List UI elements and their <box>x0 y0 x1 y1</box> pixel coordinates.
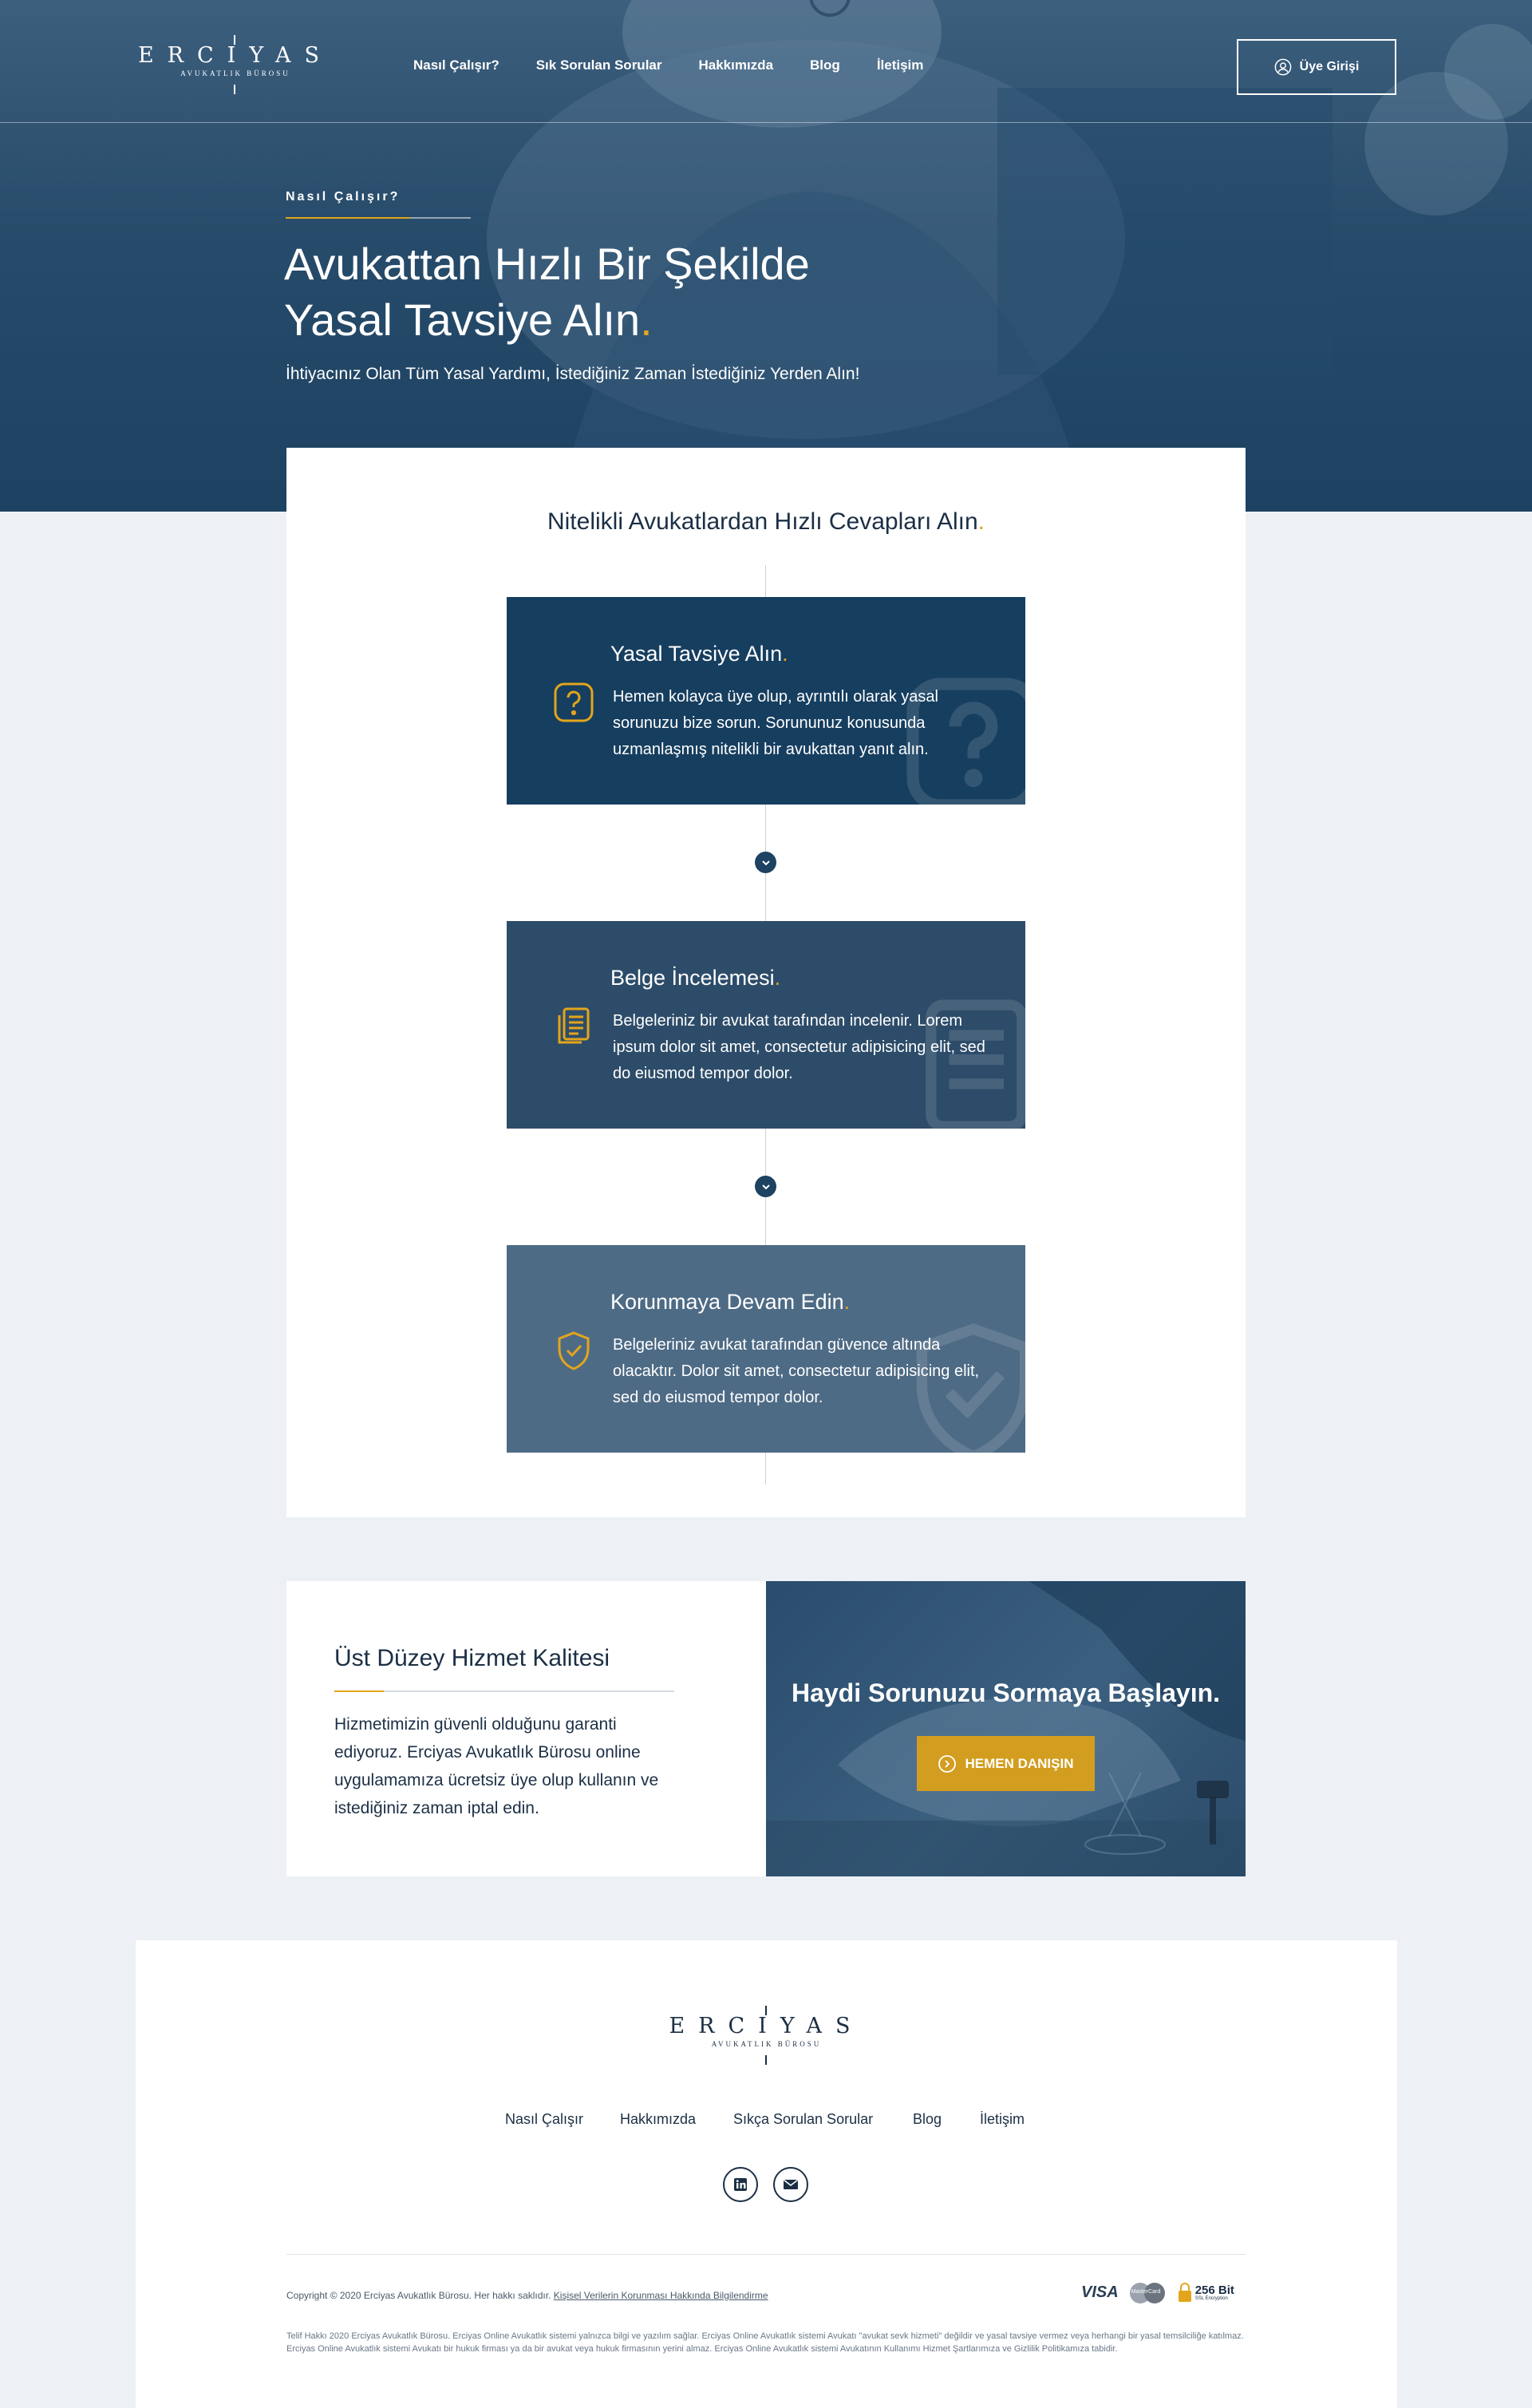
logo-mark-top <box>765 2006 767 2015</box>
main-nav: Nasıl Çalışır? Sık Sorulan Sorular Hakkı… <box>413 57 923 73</box>
footer-nav-how-it-works[interactable]: Nasıl Çalışır <box>505 2111 583 2128</box>
nav-faq[interactable]: Sık Sorulan Sorular <box>536 57 662 73</box>
hero-subtitle: İhtiyacınız Olan Tüm Yasal Yardımı, İste… <box>286 365 860 383</box>
ssl-subtitle: SSL Encryption <box>1194 2295 1228 2301</box>
visa-logo: VISA <box>1081 2283 1119 2301</box>
legal-disclaimer: Telif Hakkı 2020 Erciyas Avukatlık Büros… <box>286 2331 1244 2354</box>
footer: ERCIYAS AVUKATLIK BÜROSU Nasıl Çalışır H… <box>136 1940 1397 2408</box>
handshake-background-photo <box>766 1581 1246 1876</box>
documents-icon <box>558 1007 590 1044</box>
quality-title: Üst Düzey Hizmet Kalitesi <box>334 1645 610 1671</box>
consult-now-label: HEMEN DANIŞIN <box>965 1755 1074 1771</box>
chevron-down-icon <box>755 1176 776 1197</box>
step-card-document-review: Belge İncelemesi. Belgeleriniz bir avuka… <box>507 921 1025 1129</box>
nav-about[interactable]: Hakkımızda <box>698 57 773 73</box>
logo-subtitle: AVUKATLIK BÜROSU <box>180 69 290 77</box>
step-title: Korunmaya Devam Edin. <box>610 1290 851 1314</box>
logo[interactable]: ERCIYAS AVUKATLIK BÜROSU <box>133 35 338 94</box>
copyright-text: Copyright © 2020 Erciyas Avukatlık Büros… <box>286 2290 551 2301</box>
footer-nav-about[interactable]: Hakkımızda <box>620 2111 696 2128</box>
user-icon <box>1274 58 1291 76</box>
eyebrow-underline <box>286 217 471 219</box>
hero-title-line1: Avukattan Hızlı Bir Şekilde <box>284 239 810 289</box>
header-divider <box>0 122 1532 123</box>
step-card-stay-protected: Korunmaya Devam Edin. Belgeleriniz avuka… <box>507 1245 1025 1453</box>
steps-title: Nitelikli Avukatlardan Hızlı Cevapları A… <box>286 508 1246 536</box>
kvkk-link[interactable]: Kişisel Verilerin Korunması Hakkında Bil… <box>554 2290 768 2301</box>
step-title: Yasal Tavsiye Alın. <box>610 642 788 666</box>
lock-icon <box>1178 2283 1191 2302</box>
mastercard-label: MasterCard <box>1131 2289 1161 2295</box>
service-quality-card: Üst Düzey Hizmet Kalitesi Hizmetimizin g… <box>286 1581 766 1876</box>
step-card-legal-advice: Yasal Tavsiye Alın. Hemen kolayca üye ol… <box>507 597 1025 805</box>
footer-divider <box>286 2254 1246 2255</box>
step-text: Hemen kolayca üye olup, ayrıntılı olarak… <box>613 688 938 758</box>
logo-mark-bottom <box>765 2055 767 2065</box>
chevron-down-icon <box>755 852 776 873</box>
mail-icon[interactable] <box>773 2167 808 2202</box>
consult-now-button[interactable]: HEMEN DANIŞIN <box>917 1736 1095 1791</box>
cta-banner: Haydi Sorunuzu Sormaya Başlayın. HEMEN D… <box>766 1581 1246 1876</box>
question-icon <box>554 682 594 722</box>
logo-mark-bottom <box>234 85 235 94</box>
copyright: Copyright © 2020 Erciyas Avukatlık Büros… <box>286 2290 768 2301</box>
member-login-button[interactable]: Üye Girişi <box>1237 39 1396 95</box>
hero-title: Avukattan Hızlı Bir Şekilde Yasal Tavsiy… <box>284 236 922 348</box>
footer-nav-faq[interactable]: Sıkça Sorulan Sorular <box>733 2111 873 2128</box>
member-login-label: Üye Girişi <box>1299 60 1360 73</box>
hero-section: ERCIYAS AVUKATLIK BÜROSU Nasıl Çalışır? … <box>0 0 1532 512</box>
quality-text: Hizmetimizin güvenli olduğunu garanti ed… <box>334 1715 659 1817</box>
quality-underline <box>334 1690 674 1692</box>
ssl-badge: 256 Bit SSL Encryption <box>1178 2282 1234 2303</box>
shield-check-icon <box>558 1331 590 1370</box>
footer-nav-blog[interactable]: Blog <box>913 2111 942 2128</box>
logo-subtitle: AVUKATLIK BÜROSU <box>711 2040 822 2048</box>
footer-logo[interactable]: ERCIYAS AVUKATLIK BÜROSU <box>665 2006 867 2065</box>
hero-eyebrow: Nasıl Çalışır? <box>286 190 401 204</box>
steps-title-text: Nitelikli Avukatlardan Hızlı Cevapları A… <box>547 508 978 535</box>
cta-title: Haydi Sorunuzu Sormaya Başlayın. <box>791 1678 1221 1707</box>
logo-mark-top <box>234 35 235 45</box>
step-text: Belgeleriniz bir avukat tarafından incel… <box>613 1012 985 1082</box>
hero-title-line2: Yasal Tavsiye Alın <box>284 295 641 345</box>
steps-title-dot: . <box>977 508 985 535</box>
ssl-bits: 256 Bit <box>1194 2283 1234 2297</box>
nav-blog[interactable]: Blog <box>810 57 840 73</box>
logo-word: ERCIYAS <box>669 2014 864 2038</box>
footer-nav-contact[interactable]: İletişim <box>980 2111 1025 2128</box>
step-title: Belge İncelemesi. <box>610 966 781 990</box>
mastercard-logo: MasterCard <box>1129 2281 1167 2303</box>
nav-how-it-works[interactable]: Nasıl Çalışır? <box>413 57 499 73</box>
logo-word: ERCIYAS <box>137 43 334 68</box>
arrow-circle-icon <box>938 1754 957 1773</box>
how-it-works-card: Nitelikli Avukatlardan Hızlı Cevapları A… <box>286 448 1246 1517</box>
payment-badges: VISA MasterCard 256 Bit SSL Encryption <box>1081 2279 1249 2305</box>
step-text: Belgeleriniz avukat tarafından güvence a… <box>613 1336 980 1406</box>
linkedin-icon[interactable] <box>723 2167 758 2202</box>
nav-contact[interactable]: İletişim <box>877 57 924 73</box>
hero-title-dot: . <box>640 295 653 345</box>
